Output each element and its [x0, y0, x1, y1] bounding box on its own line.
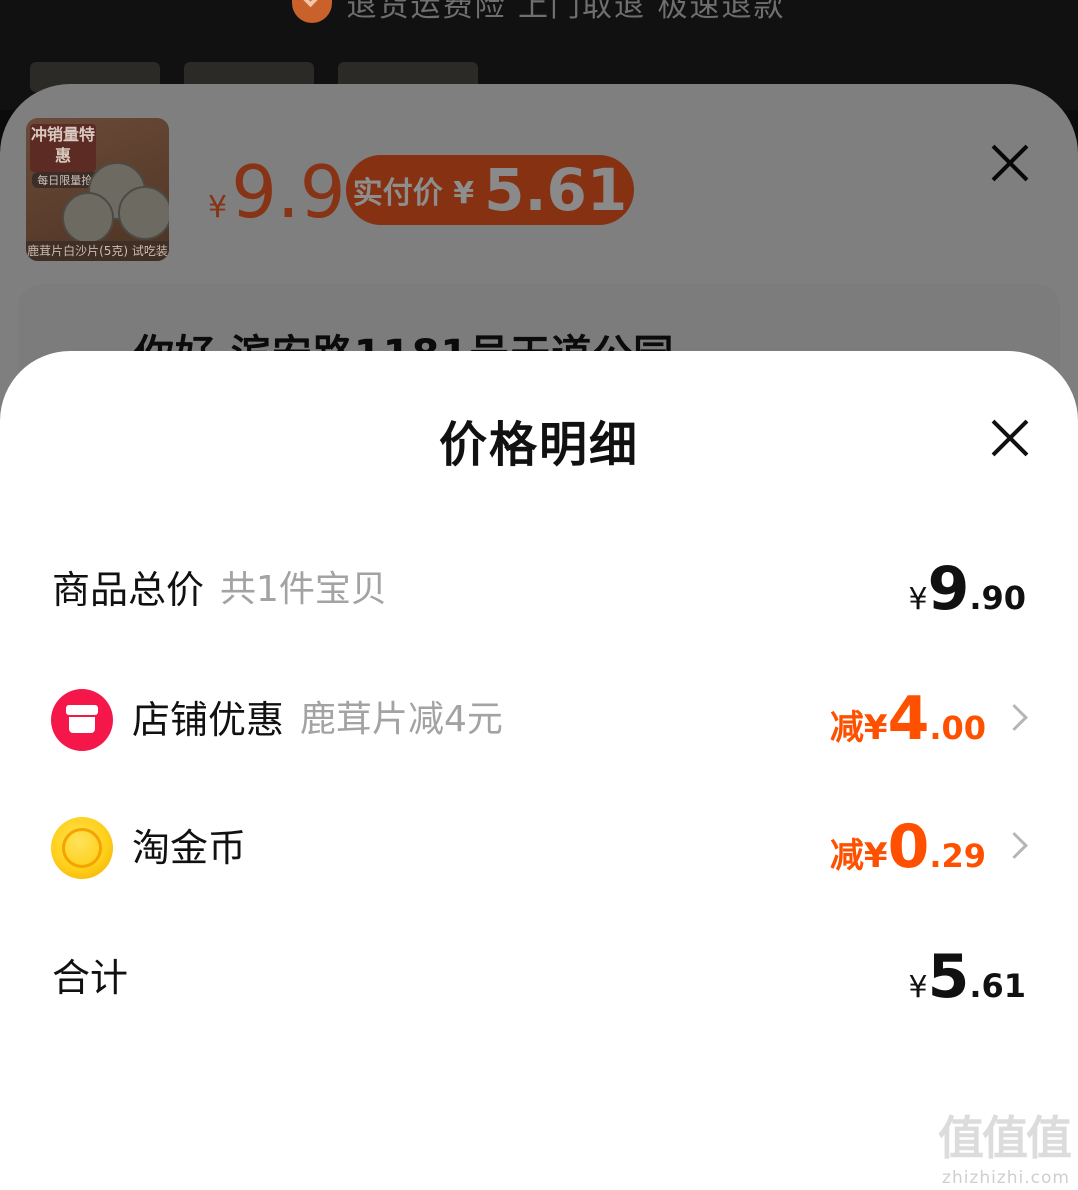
shield-icon: [292, 0, 333, 23]
amount-integer: 5: [927, 942, 970, 1012]
service-banner-text: 退货运费险 上门取退 极速退款: [346, 0, 786, 24]
amount-prefix: 减¥: [829, 708, 888, 748]
row-coin-discount[interactable]: 淘金币 减¥ 0 .29: [0, 808, 1078, 888]
price-value: 9.9: [231, 150, 346, 234]
row-label-group: 店铺优惠 鹿茸片减4元: [132, 680, 503, 760]
amount-prefix: 减¥: [829, 836, 888, 876]
amount-decimal: .00: [929, 709, 986, 747]
amount-integer: 9: [927, 554, 970, 624]
row-label-group: 商品总价 共1件宝贝: [52, 550, 387, 630]
row-label-group: 淘金币: [132, 808, 246, 888]
goods-count-text: 共1件宝贝: [220, 569, 387, 610]
row-goods-total: 商品总价 共1件宝贝 ¥ 9 .90: [0, 550, 1078, 630]
row-grand-total: 合计 ¥ 5 .61: [0, 938, 1078, 1018]
grand-total-label: 合计: [52, 956, 129, 1000]
coin-icon: [51, 817, 113, 879]
grand-total-amount: ¥ 5 .61: [908, 938, 1026, 1018]
amount-integer: 0: [887, 812, 930, 882]
amount-prefix: ¥: [908, 970, 928, 1005]
amount-decimal: .29: [929, 837, 986, 875]
chevron-right-icon[interactable]: [1001, 832, 1028, 859]
thumb-slice: [62, 192, 114, 244]
goods-total-amount: ¥ 9 .90: [908, 550, 1026, 630]
product-thumbnail: 冲销量特惠 每日限量抢! 鹿茸片白沙片(5克) 试吃装: [26, 118, 169, 261]
amount-decimal: .90: [969, 579, 1026, 617]
chevron-right-icon[interactable]: [1001, 704, 1028, 731]
actual-pay-value: 5.61: [484, 156, 628, 224]
close-icon[interactable]: [990, 418, 1030, 458]
row-shop-discount[interactable]: 店铺优惠 鹿茸片减4元 减¥ 4 .00: [0, 680, 1078, 760]
watermark-logo: 值值值: [938, 1111, 1072, 1165]
sheet-title: 价格明细: [438, 417, 639, 473]
service-banner: 退货运费险 上门取退 极速退款: [0, 0, 1078, 28]
coin-discount-amount: 减¥ 0 .29: [830, 808, 986, 888]
actual-pay-badge[interactable]: 实付价 ¥ 5.61: [346, 155, 634, 225]
shop-discount-detail: 鹿茸片减4元: [300, 699, 503, 740]
product-price: ¥ 9.9: [208, 150, 346, 234]
amount-prefix: ¥: [908, 582, 928, 617]
site-watermark: 值值值 zhizhizhi.com: [920, 1102, 1072, 1188]
price-detail-sheet: [0, 351, 1078, 1190]
thumb-promo-tag: 冲销量特惠: [30, 124, 96, 172]
thumb-slice: [118, 186, 169, 240]
actual-pay-label: 实付价 ¥: [352, 176, 475, 211]
shop-discount-amount: 减¥ 4 .00: [830, 680, 986, 760]
price-symbol: ¥: [208, 190, 228, 225]
watermark-url: zhizhizhi.com: [942, 1168, 1070, 1188]
thumb-caption: 鹿茸片白沙片(5克) 试吃装: [26, 241, 169, 261]
row-label-group: 合计: [52, 938, 128, 1018]
product-close-icon[interactable]: [990, 143, 1030, 183]
amount-decimal: .61: [969, 967, 1026, 1005]
shop-icon: [51, 689, 113, 751]
goods-total-label: 商品总价: [52, 568, 205, 612]
amount-integer: 4: [887, 684, 930, 754]
coin-discount-label: 淘金币: [132, 826, 247, 870]
shop-discount-label: 店铺优惠: [132, 698, 285, 742]
